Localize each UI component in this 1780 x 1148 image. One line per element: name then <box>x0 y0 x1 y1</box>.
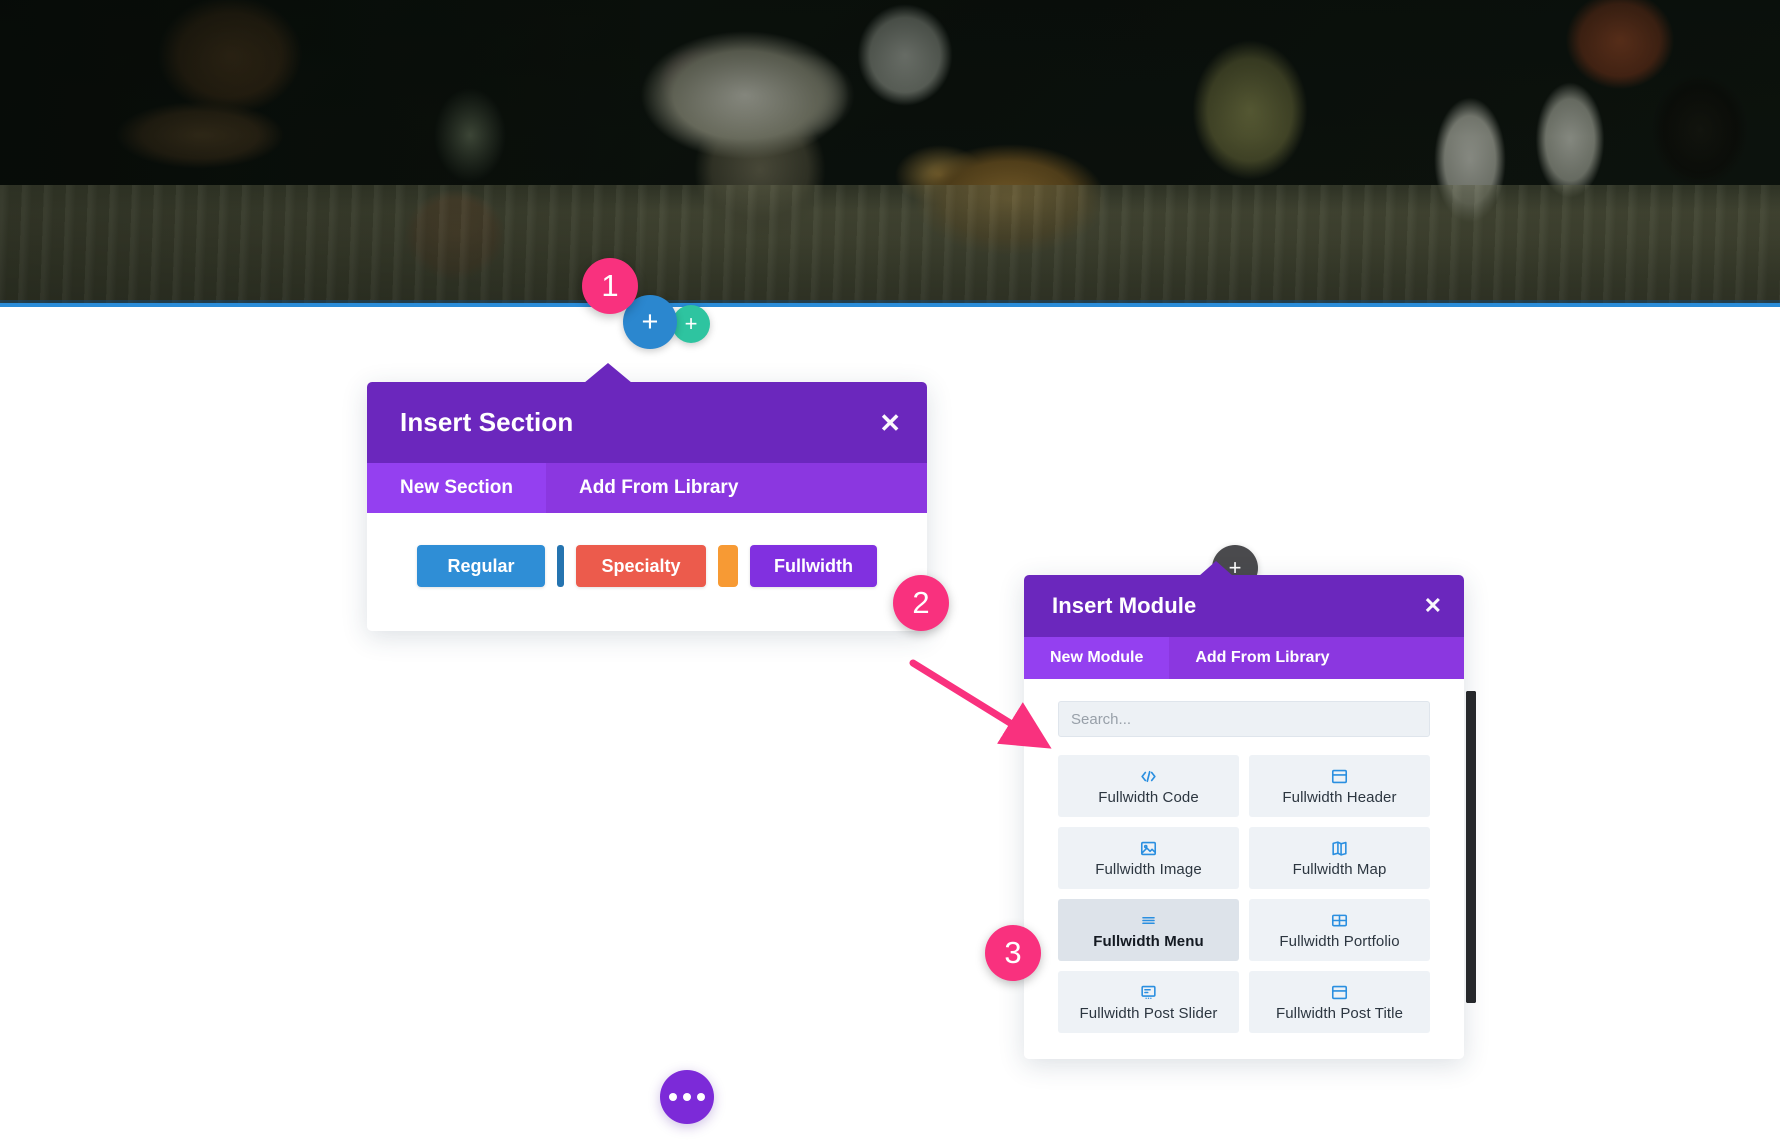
step-badge-3-number: 3 <box>1004 935 1022 970</box>
module-card-fullwidth-post-slider[interactable]: Fullwidth Post Slider <box>1058 971 1239 1033</box>
module-label: Fullwidth Header <box>1282 788 1397 806</box>
tab-new-section-label: New Section <box>400 477 513 498</box>
module-label: Fullwidth Code <box>1098 788 1199 806</box>
insert-module-header: Insert Module ✕ <box>1024 575 1464 637</box>
module-label: Fullwidth Menu <box>1093 932 1204 950</box>
specialty-section-button[interactable]: Specialty <box>576 545 706 587</box>
close-icon[interactable]: ✕ <box>1424 595 1442 617</box>
specialty-section-label: Specialty <box>601 555 681 576</box>
insert-module-tabs: New Module Add From Library <box>1024 637 1464 679</box>
tab-add-from-library[interactable]: Add From Library <box>546 463 771 513</box>
panel-caret <box>584 363 632 383</box>
insert-section-tabs: New Section Add From Library <box>367 463 927 513</box>
tab-new-section[interactable]: New Section <box>367 463 546 513</box>
panel-caret <box>1199 561 1233 576</box>
module-card-fullwidth-code[interactable]: Fullwidth Code <box>1058 755 1239 817</box>
insert-section-title: Insert Section <box>400 407 574 437</box>
section-layout-options: Regular Specialty Fullwidth <box>417 545 877 587</box>
code-icon <box>1139 767 1158 786</box>
module-label: Fullwidth Portfolio <box>1279 932 1400 950</box>
insert-section-panel: Insert Section ✕ New Section Add From Li… <box>367 363 927 631</box>
module-card-fullwidth-header[interactable]: Fullwidth Header <box>1249 755 1430 817</box>
module-card-fullwidth-map[interactable]: Fullwidth Map <box>1249 827 1430 889</box>
post-title-icon <box>1330 983 1349 1002</box>
step-badge-2-number: 2 <box>912 585 930 620</box>
module-label: Fullwidth Post Slider <box>1079 1004 1218 1022</box>
section-divider-line <box>0 303 1780 307</box>
post-slider-icon <box>1139 983 1158 1002</box>
tab-add-from-library-label: Add From Library <box>578 477 739 498</box>
hero-background-image <box>0 0 1780 303</box>
step-badge-3: 3 <box>985 925 1041 981</box>
fullwidth-section-button[interactable]: Fullwidth <box>750 545 877 587</box>
module-label: Fullwidth Map <box>1292 860 1387 878</box>
grid-icon <box>1330 911 1349 930</box>
annotation-arrow <box>909 659 1052 749</box>
plus-icon: + <box>684 311 698 336</box>
module-card-fullwidth-portfolio[interactable]: Fullwidth Portfolio <box>1249 899 1430 961</box>
ellipsis-icon-dot <box>669 1093 677 1101</box>
add-row-button[interactable]: + <box>672 305 710 343</box>
regular-section-label: Regular <box>447 555 515 576</box>
step-badge-1: 1 <box>582 258 638 314</box>
regular-section-button[interactable]: Regular <box>417 545 545 587</box>
page-settings-button[interactable] <box>660 1070 714 1124</box>
ellipsis-icon-dot <box>683 1093 691 1101</box>
module-card-fullwidth-image[interactable]: Fullwidth Image <box>1058 827 1239 889</box>
insert-module-title: Insert Module <box>1052 593 1197 618</box>
tab-new-module-label: New Module <box>1050 649 1144 666</box>
module-scrollbar-thumb[interactable] <box>1466 691 1476 1003</box>
insert-module-panel: Insert Module ✕ New Module Add From Libr… <box>1024 561 1476 1059</box>
image-icon <box>1139 839 1158 858</box>
regular-section-accent-bar <box>557 545 564 587</box>
insert-section-header: Insert Section ✕ <box>367 382 927 463</box>
close-icon[interactable]: ✕ <box>879 410 901 436</box>
ellipsis-icon-dot <box>697 1093 705 1101</box>
header-icon <box>1330 767 1349 786</box>
module-card-fullwidth-menu[interactable]: Fullwidth Menu <box>1058 899 1239 961</box>
tab-module-add-from-library[interactable]: Add From Library <box>1169 637 1355 679</box>
module-grid: Fullwidth Code Fullwidth Header Fullwidt… <box>1058 755 1430 1033</box>
insert-module-body: Fullwidth Code Fullwidth Header Fullwidt… <box>1024 679 1476 1059</box>
hero-photo-tablecloth <box>0 185 1780 303</box>
plus-icon: + <box>641 305 659 338</box>
tab-module-add-from-library-label: Add From Library <box>1195 649 1330 666</box>
step-badge-2: 2 <box>893 575 949 631</box>
map-icon <box>1330 839 1349 858</box>
module-label: Fullwidth Image <box>1095 860 1202 878</box>
insert-section-body: Regular Specialty Fullwidth <box>367 513 927 631</box>
step-badge-1-number: 1 <box>601 268 619 303</box>
menu-icon <box>1139 911 1158 930</box>
search-input[interactable] <box>1058 701 1430 737</box>
module-card-fullwidth-post-title[interactable]: Fullwidth Post Title <box>1249 971 1430 1033</box>
fullwidth-section-label: Fullwidth <box>774 555 853 576</box>
specialty-section-accent-bar <box>718 545 738 587</box>
module-label: Fullwidth Post Title <box>1275 1004 1404 1022</box>
